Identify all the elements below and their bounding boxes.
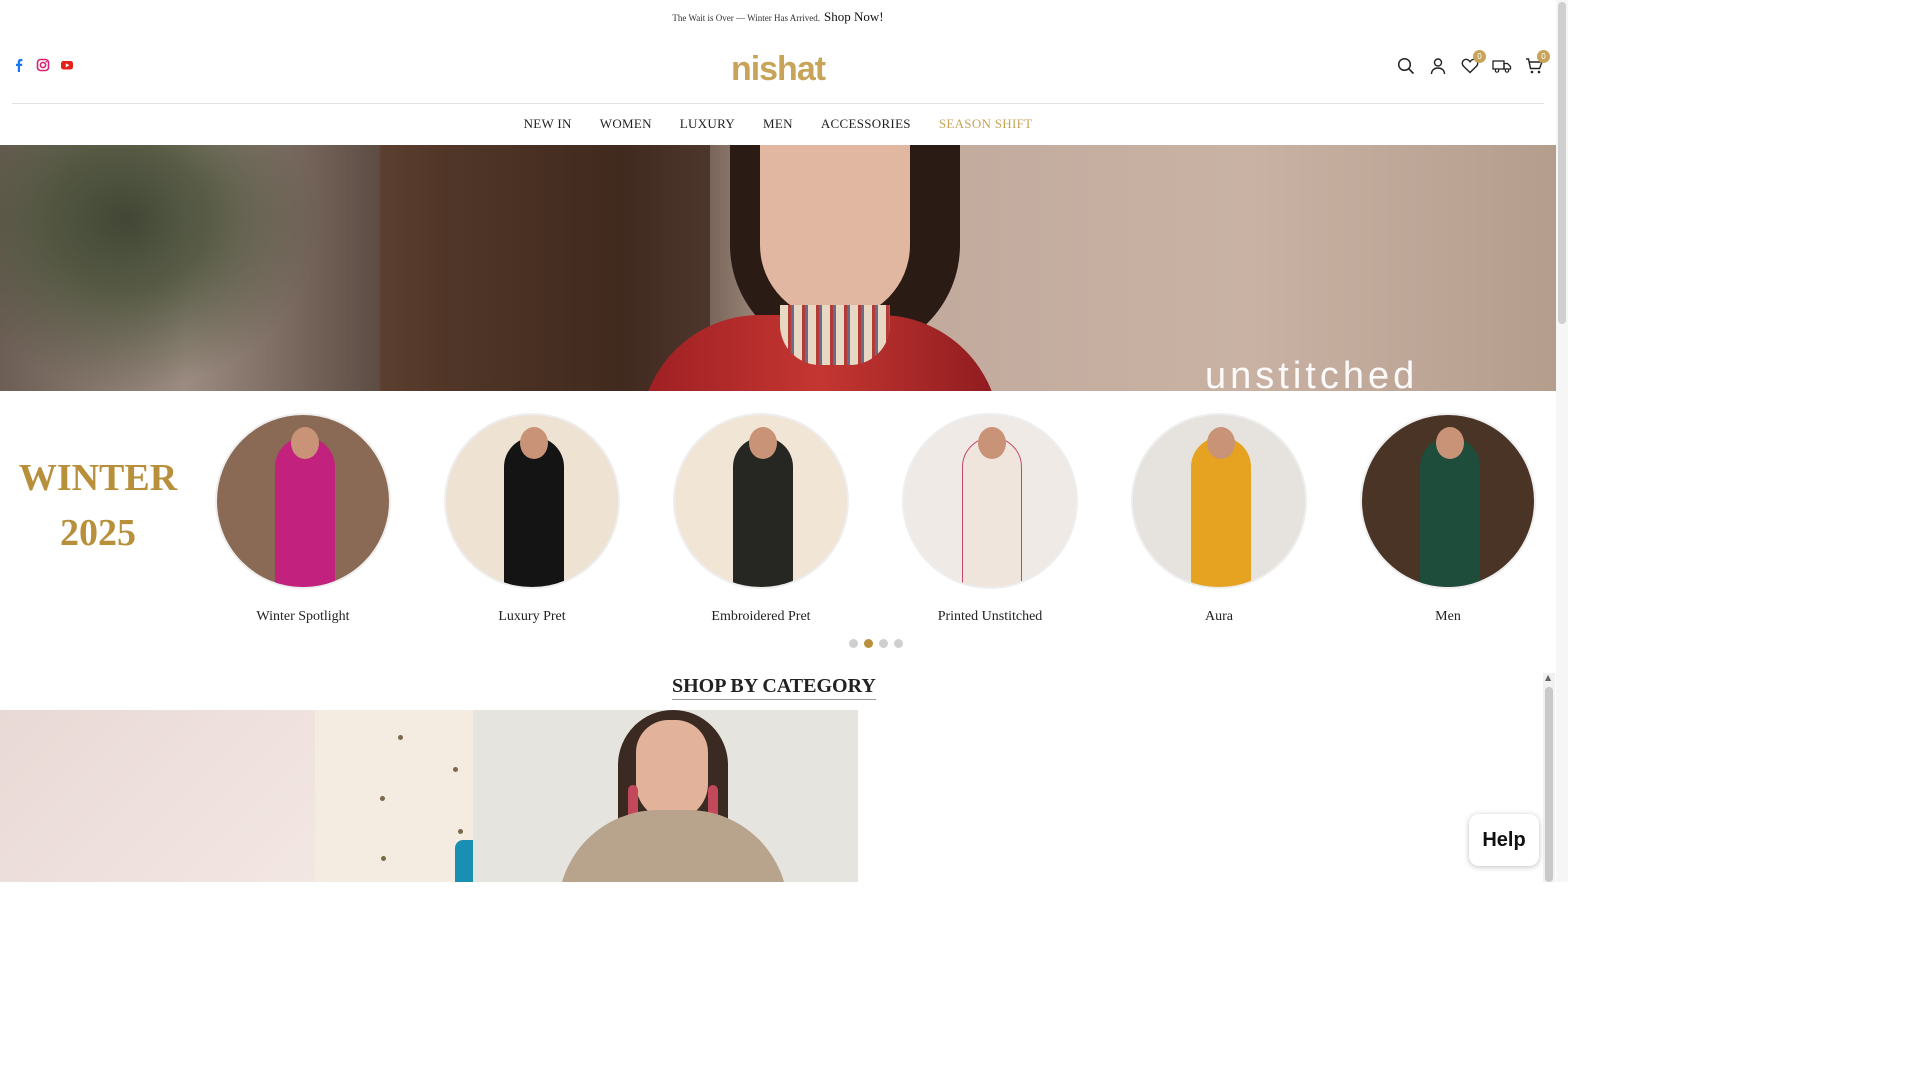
collection-image[interactable] xyxy=(902,413,1078,589)
collection-label[interactable]: Winter Spotlight xyxy=(215,609,391,625)
scroll-up-arrow-icon[interactable]: ▲ xyxy=(1545,673,1551,682)
category-tile[interactable] xyxy=(315,710,473,882)
collection-figure xyxy=(962,437,1022,587)
collection-item[interactable]: Winter Spotlight xyxy=(215,413,391,625)
hero-overlay-text: unstitched xyxy=(1205,355,1419,391)
track-order-icon[interactable] xyxy=(1492,56,1512,76)
hero-door-background xyxy=(380,145,710,391)
collection-image[interactable] xyxy=(673,413,849,589)
facebook-icon[interactable] xyxy=(12,58,26,72)
nav-item-men[interactable]: MEN xyxy=(763,116,793,132)
site-logo[interactable]: nishat xyxy=(731,50,826,89)
carousel-pagination xyxy=(849,639,903,648)
hero-model-face xyxy=(760,145,910,320)
social-links xyxy=(12,58,74,72)
collection-figure xyxy=(1420,437,1480,587)
season-heading-line2: 2025 xyxy=(60,512,136,554)
youtube-icon[interactable] xyxy=(60,58,74,72)
collection-label[interactable]: Aura xyxy=(1131,609,1307,625)
collection-item[interactable]: Luxury Pret xyxy=(444,413,620,625)
collection-image[interactable] xyxy=(1360,413,1536,589)
collection-item[interactable]: Men xyxy=(1360,413,1536,625)
carousel-dot[interactable] xyxy=(879,639,888,648)
account-icon[interactable] xyxy=(1428,56,1448,76)
nav-item-season-shift[interactable]: SEASON SHIFT xyxy=(939,116,1033,132)
help-button[interactable]: Help xyxy=(1469,814,1539,866)
header-tools: 0 0 xyxy=(1396,50,1550,76)
carousel-dot[interactable] xyxy=(864,639,873,648)
collection-label[interactable]: Luxury Pret xyxy=(444,609,620,625)
collection-figure xyxy=(504,437,564,587)
fabric-dot xyxy=(453,767,458,772)
section-title: SHOP BY CATEGORY xyxy=(672,675,876,700)
collection-item[interactable]: Printed Unstitched xyxy=(902,413,1078,625)
collection-image[interactable] xyxy=(1131,413,1307,589)
announcement-text: The Wait is Over — Winter Has Arrived. xyxy=(672,13,820,23)
hero-model-collar xyxy=(780,305,890,365)
cart-count-badge: 0 xyxy=(1537,50,1550,63)
fabric-dot xyxy=(398,735,403,740)
wishlist-count-badge: 0 xyxy=(1473,50,1486,63)
collection-image[interactable] xyxy=(444,413,620,589)
collection-label[interactable]: Embroidered Pret xyxy=(673,609,849,625)
collection-figure xyxy=(733,437,793,587)
fabric-dot xyxy=(380,796,385,801)
collection-figure-head xyxy=(1207,427,1235,459)
hero-banner[interactable]: unstitched xyxy=(0,145,1556,391)
collection-figure-head xyxy=(291,427,319,459)
category-tile[interactable] xyxy=(0,710,315,882)
category-tiles xyxy=(0,710,858,882)
category-model-face xyxy=(636,720,708,820)
carousel-dot[interactable] xyxy=(894,639,903,648)
search-icon[interactable] xyxy=(1396,56,1416,76)
page-scrollbar-thumb[interactable] xyxy=(1558,2,1566,324)
announcement-bar: The Wait is Over — Winter Has Arrived. S… xyxy=(0,0,1556,30)
carousel-dot[interactable] xyxy=(849,639,858,648)
main-nav: NEW IN WOMEN LUXURY MEN ACCESSORIES SEAS… xyxy=(0,104,1556,144)
instagram-icon[interactable] xyxy=(36,58,50,72)
collection-item[interactable]: Embroidered Pret xyxy=(673,413,849,625)
inner-scrollbar-thumb[interactable] xyxy=(1545,687,1553,882)
category-tile[interactable] xyxy=(473,710,858,882)
collection-figure xyxy=(1191,437,1251,587)
site-header: nishat 0 0 xyxy=(12,40,1550,104)
wishlist-icon[interactable]: 0 xyxy=(1460,50,1486,76)
collection-figure-head xyxy=(749,427,777,459)
collections-carousel: WINTER 2025 Winter Spotlight Luxury Pret… xyxy=(0,391,1556,661)
nav-item-luxury[interactable]: LUXURY xyxy=(680,116,735,132)
collection-label[interactable]: Printed Unstitched xyxy=(902,609,1078,625)
fabric-dot xyxy=(381,856,386,861)
season-heading: WINTER 2025 xyxy=(18,451,178,561)
cart-icon[interactable]: 0 xyxy=(1524,50,1550,76)
collection-image[interactable] xyxy=(215,413,391,589)
nav-item-new-in[interactable]: NEW IN xyxy=(524,116,572,132)
page-scrollbar[interactable] xyxy=(1556,0,1568,882)
nav-item-women[interactable]: WOMEN xyxy=(600,116,652,132)
collection-label[interactable]: Men xyxy=(1360,609,1536,625)
fabric-dot xyxy=(458,829,463,834)
collection-figure xyxy=(275,437,335,587)
nav-item-accessories[interactable]: ACCESSORIES xyxy=(821,116,911,132)
category-model-outfit xyxy=(558,810,788,882)
category-tile-accent xyxy=(455,840,473,882)
shop-now-link[interactable]: Shop Now! xyxy=(824,9,884,24)
hero-plant-background xyxy=(0,145,320,391)
collection-item[interactable]: Aura xyxy=(1131,413,1307,625)
collection-figure-head xyxy=(1436,427,1464,459)
inner-scrollbar[interactable]: ▲ xyxy=(1543,673,1555,882)
collection-figure-head xyxy=(520,427,548,459)
collection-figure-head xyxy=(978,427,1006,459)
season-heading-line1: WINTER xyxy=(18,457,178,499)
